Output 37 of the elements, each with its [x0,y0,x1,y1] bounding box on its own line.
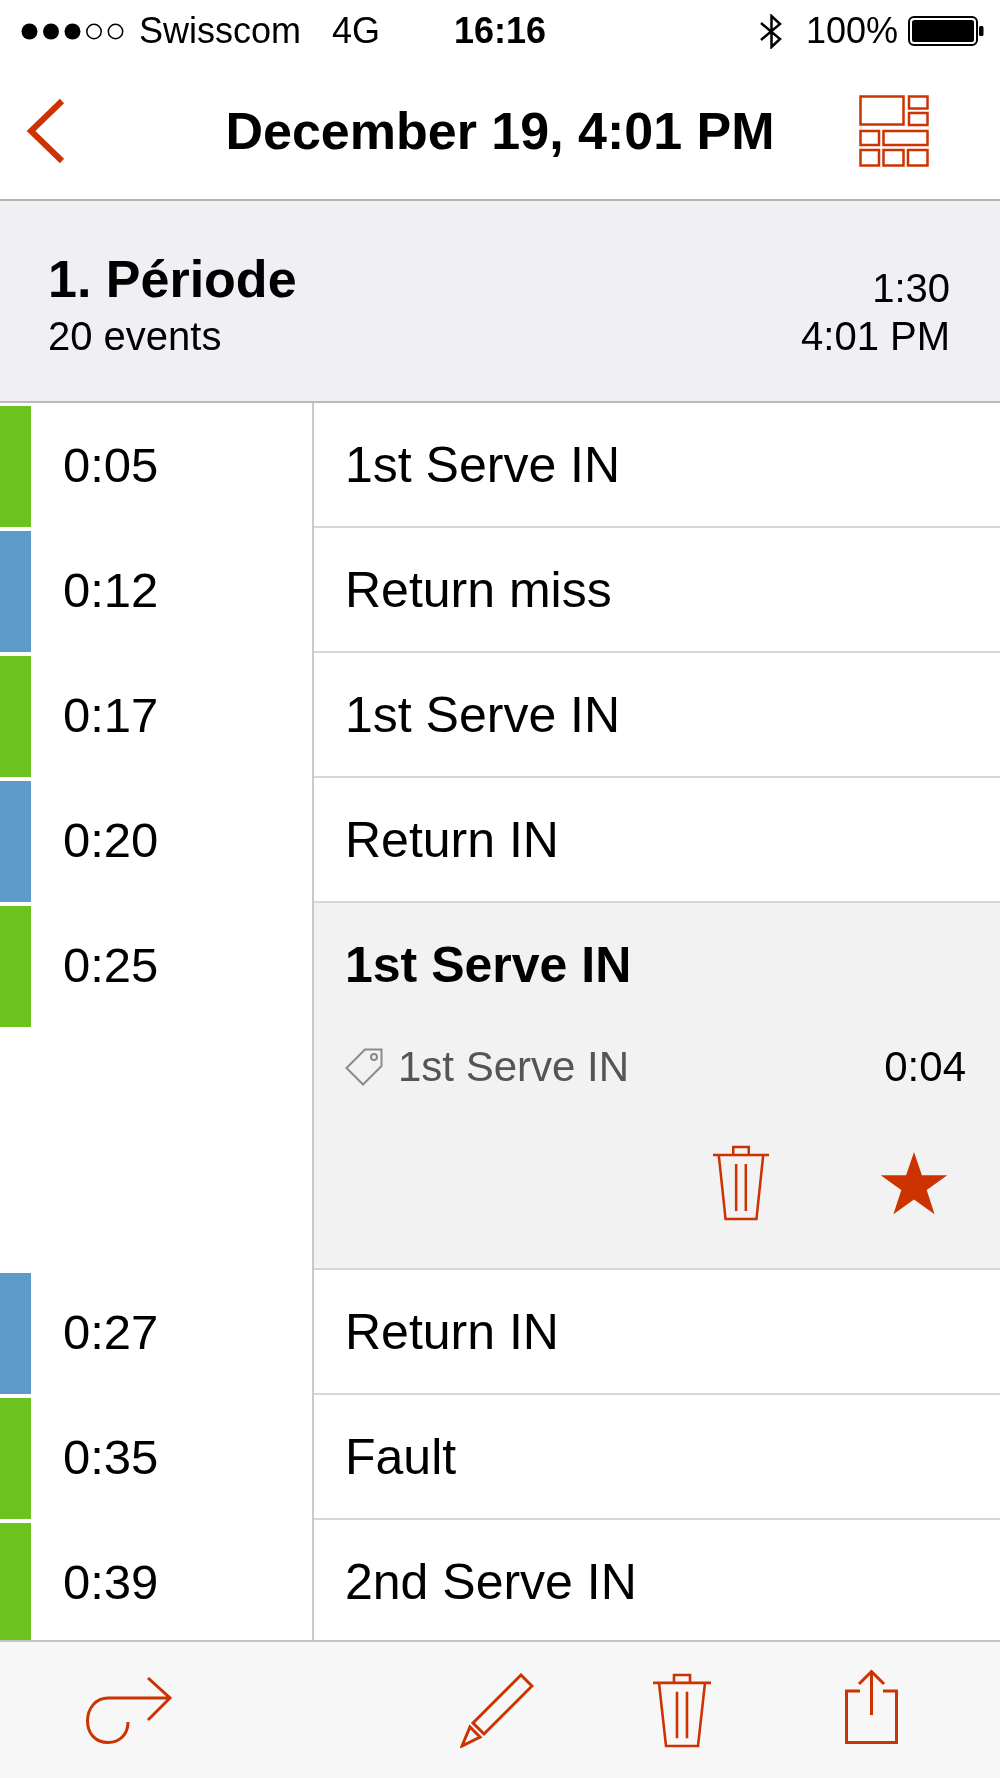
event-duration: 0:04 [884,1043,966,1091]
period-title: 1. Période [48,249,297,309]
battery-percentage: 100% [805,10,898,52]
back-icon[interactable] [26,97,66,164]
share-icon[interactable] [845,1668,898,1744]
tag-label: 1st Serve IN [398,1043,631,1091]
event-list-item[interactable]: Fault [314,1395,1000,1520]
period-time: 4:01 PM [801,313,950,360]
event-time: 0:27 [63,1304,159,1361]
signal-strength-icon [21,22,124,40]
nav-title: December 19, 4:01 PM [225,100,775,161]
pencil-icon[interactable] [460,1672,534,1748]
event-list-item[interactable]: 1st Serve IN [314,403,1000,528]
carrier-name: Swisscom [139,10,302,52]
period-duration: 1:30 [872,265,950,312]
event-count: 20 events [48,313,223,360]
event-list-item[interactable]: Return miss [314,528,1000,653]
trash-icon[interactable] [652,1672,712,1748]
event-time: 0:25 [63,937,159,994]
status-time: 16:16 [453,10,547,52]
event-time: 0:05 [63,437,159,494]
event-title: 1st Serve IN [345,937,632,995]
layout-grid-icon[interactable] [859,94,929,167]
event-time: 0:39 [63,1554,159,1611]
event-time: 0:17 [63,687,159,744]
event-time: 0:35 [63,1429,159,1486]
forward-arrow-icon[interactable] [86,1676,172,1744]
star-icon[interactable] [879,1151,949,1215]
tag-icon [345,1048,383,1086]
bluetooth-icon [758,13,784,49]
network-type: 4G [332,10,381,52]
event-time: 0:12 [63,562,159,619]
event-list-item[interactable]: 1st Serve IN [314,653,1000,778]
event-list-item[interactable]: Return IN [314,1270,1000,1395]
battery-icon [908,16,984,46]
trash-icon[interactable] [712,1145,770,1221]
event-time: 0:20 [63,812,159,869]
